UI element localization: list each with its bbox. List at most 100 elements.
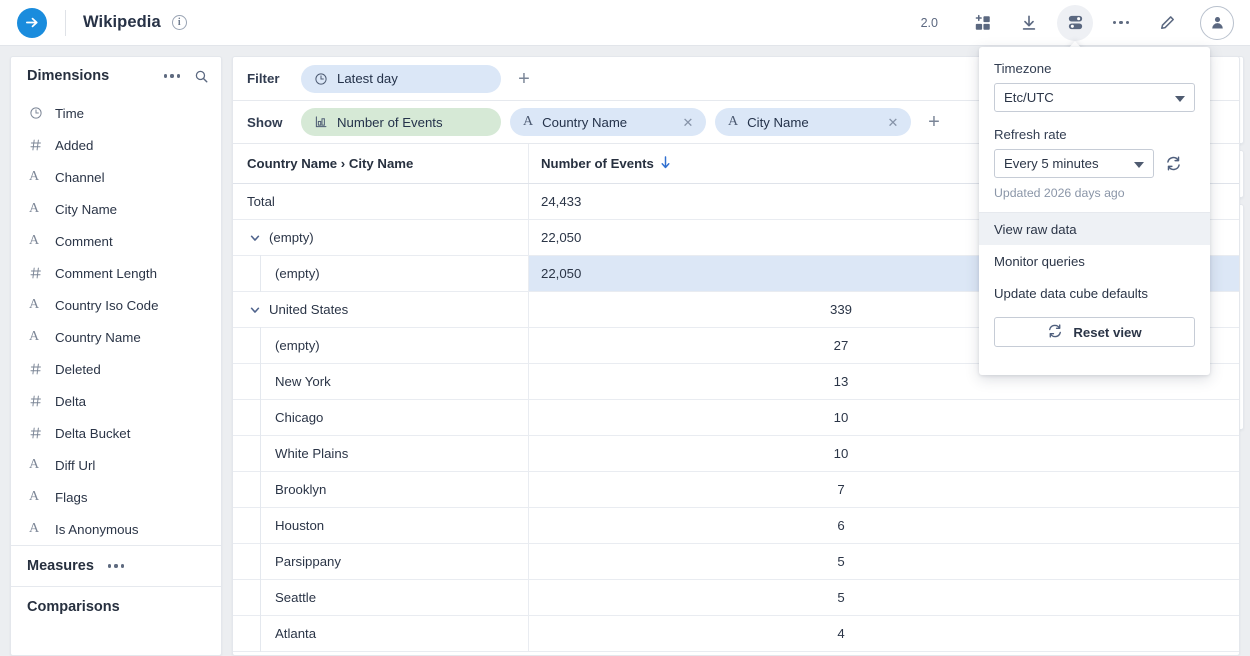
sidebar-item-delta-bucket[interactable]: Delta Bucket: [11, 417, 221, 449]
sidebar-item-country-iso-code[interactable]: A Country Iso Code: [11, 289, 221, 321]
table-row[interactable]: Parsippany 5: [233, 543, 1239, 580]
dropdown-item-view-raw-data[interactable]: View raw data: [979, 213, 1210, 245]
dimension-pill-label: City Name: [747, 114, 809, 130]
chevron-down-icon[interactable]: [247, 304, 263, 316]
dimensions-list: Time Added A Channel A City Name A Comment Comme…: [11, 95, 221, 545]
dimensions-more-button[interactable]: [163, 74, 180, 78]
row-value: 4: [837, 626, 845, 641]
table-cell-label: White Plains: [233, 435, 529, 472]
dimension-pill-country-name[interactable]: A Country Name ✕: [510, 108, 706, 136]
measures-more-button[interactable]: [107, 564, 125, 568]
table-row[interactable]: Seattle 5: [233, 579, 1239, 616]
table-row[interactable]: Chicago 10: [233, 399, 1239, 436]
sidebar-item-label: Flags: [55, 489, 88, 505]
row-value: 10: [833, 446, 849, 461]
row-label: United States: [269, 302, 349, 317]
dimensions-header: Dimensions: [11, 57, 221, 95]
reset-view-button[interactable]: Reset view: [994, 317, 1195, 347]
chevron-down-icon: [1134, 161, 1144, 168]
close-icon[interactable]: ✕: [886, 115, 900, 129]
refresh-rate-label: Refresh rate: [994, 127, 1067, 142]
row-label: Atlanta: [275, 626, 317, 641]
refresh-rate-select[interactable]: Every 5 minutes: [994, 149, 1154, 178]
table-row[interactable]: White Plains 10: [233, 435, 1239, 472]
app-logo[interactable]: [17, 7, 47, 38]
sidebar-item-delta[interactable]: Delta: [11, 385, 221, 417]
download-button[interactable]: [1011, 5, 1047, 41]
table-row[interactable]: Atlanta 4: [233, 615, 1239, 652]
chevron-down-icon: [1175, 95, 1185, 102]
version-label: 2.0: [920, 15, 938, 30]
close-icon[interactable]: ✕: [681, 115, 695, 129]
dropdown-item-monitor-queries[interactable]: Monitor queries: [979, 245, 1210, 277]
measures-header[interactable]: Measures: [11, 545, 221, 586]
column-header-breadcrumb[interactable]: Country Name › City Name: [233, 144, 529, 183]
measure-pill-number-of-events[interactable]: Number of Events: [301, 108, 501, 136]
comparisons-header[interactable]: Comparisons: [11, 586, 221, 627]
dimension-pill-city-name[interactable]: A City Name ✕: [715, 108, 911, 136]
table-cell-label: Parsippany: [233, 543, 529, 580]
sidebar-item-channel[interactable]: A Channel: [11, 161, 221, 193]
sidebar-item-added[interactable]: Added: [11, 129, 221, 161]
sidebar-item-flags[interactable]: A Flags: [11, 481, 221, 513]
table-cell-value: 10: [529, 400, 1239, 435]
string-type-icon: A: [29, 457, 40, 472]
sidebar-item-deleted[interactable]: Deleted: [11, 353, 221, 385]
user-avatar-icon: [1211, 17, 1223, 29]
row-label: (empty): [269, 230, 314, 245]
top-bar: Wikipedia i 2.0: [0, 0, 1250, 46]
string-type-icon: A: [728, 114, 739, 129]
sidebar-item-diff-url[interactable]: A Diff Url: [11, 449, 221, 481]
dimensions-sidebar: Dimensions Time Added A Channel A City Name A C…: [10, 56, 222, 656]
chevron-down-icon[interactable]: [247, 232, 263, 244]
dimensions-search-button[interactable]: [194, 69, 209, 84]
sidebar-item-comment-length[interactable]: Comment Length: [11, 257, 221, 289]
timezone-select[interactable]: Etc/UTC: [994, 83, 1195, 112]
more-options-button[interactable]: [1103, 5, 1139, 41]
refresh-now-button[interactable]: [1165, 155, 1182, 172]
table-cell-label: New York: [233, 363, 529, 400]
dropdown-item-update-data-cube-defaults[interactable]: Update data cube defaults: [979, 277, 1210, 309]
reset-view-wrapper: Reset view: [979, 309, 1210, 361]
info-icon[interactable]: i: [171, 15, 187, 30]
string-type-icon: A: [29, 489, 40, 504]
row-label: Parsippany: [275, 554, 341, 569]
table-cell-label: (empty): [233, 327, 529, 364]
row-label: Brooklyn: [275, 482, 327, 497]
sidebar-item-label: Added: [55, 137, 94, 153]
row-value: 22,050: [541, 230, 582, 245]
string-type-icon: A: [29, 521, 40, 536]
sidebar-item-city-name[interactable]: A City Name: [11, 193, 221, 225]
sidebar-item-comment[interactable]: A Comment: [11, 225, 221, 257]
string-type-icon: A: [29, 169, 40, 184]
table-cell-label: Seattle: [233, 579, 529, 616]
account-button[interactable]: [1200, 5, 1234, 40]
string-type-icon: A: [29, 233, 40, 248]
string-type-icon: A: [29, 297, 40, 312]
table-cell-value: 5: [529, 580, 1239, 615]
sidebar-item-label: Country Iso Code: [55, 297, 159, 313]
sidebar-item-is-anonymous[interactable]: A Is Anonymous: [11, 513, 221, 545]
updated-timestamp: Updated 2026 days ago: [994, 186, 1125, 200]
filter-pill-label: Latest day: [337, 71, 398, 86]
table-row[interactable]: Houston 6: [233, 507, 1239, 544]
row-value: 5: [837, 590, 845, 605]
data-cube-settings-button[interactable]: [1057, 4, 1093, 41]
measure-pill-label: Number of Events: [337, 114, 443, 130]
add-tile-icon: [975, 14, 990, 30]
sidebar-item-time[interactable]: Time: [11, 97, 221, 129]
filter-label: Filter: [247, 71, 280, 86]
row-value: 5: [837, 554, 845, 569]
sidebar-item-country-name[interactable]: A Country Name: [11, 321, 221, 353]
table-cell-label: Atlanta: [233, 615, 529, 652]
add-tile-button[interactable]: [965, 5, 1001, 41]
filter-pill-latest-day[interactable]: Latest day: [301, 64, 501, 93]
sidebar-item-label: Channel: [55, 169, 105, 185]
sidebar-item-label: Comment: [55, 233, 113, 249]
add-dimension-button[interactable]: +: [923, 111, 945, 133]
table-cell-label: Total: [233, 184, 529, 219]
search-icon: [195, 70, 208, 82]
edit-button[interactable]: [1149, 5, 1185, 41]
table-row[interactable]: Brooklyn 7: [233, 471, 1239, 508]
add-filter-button[interactable]: +: [513, 68, 535, 90]
